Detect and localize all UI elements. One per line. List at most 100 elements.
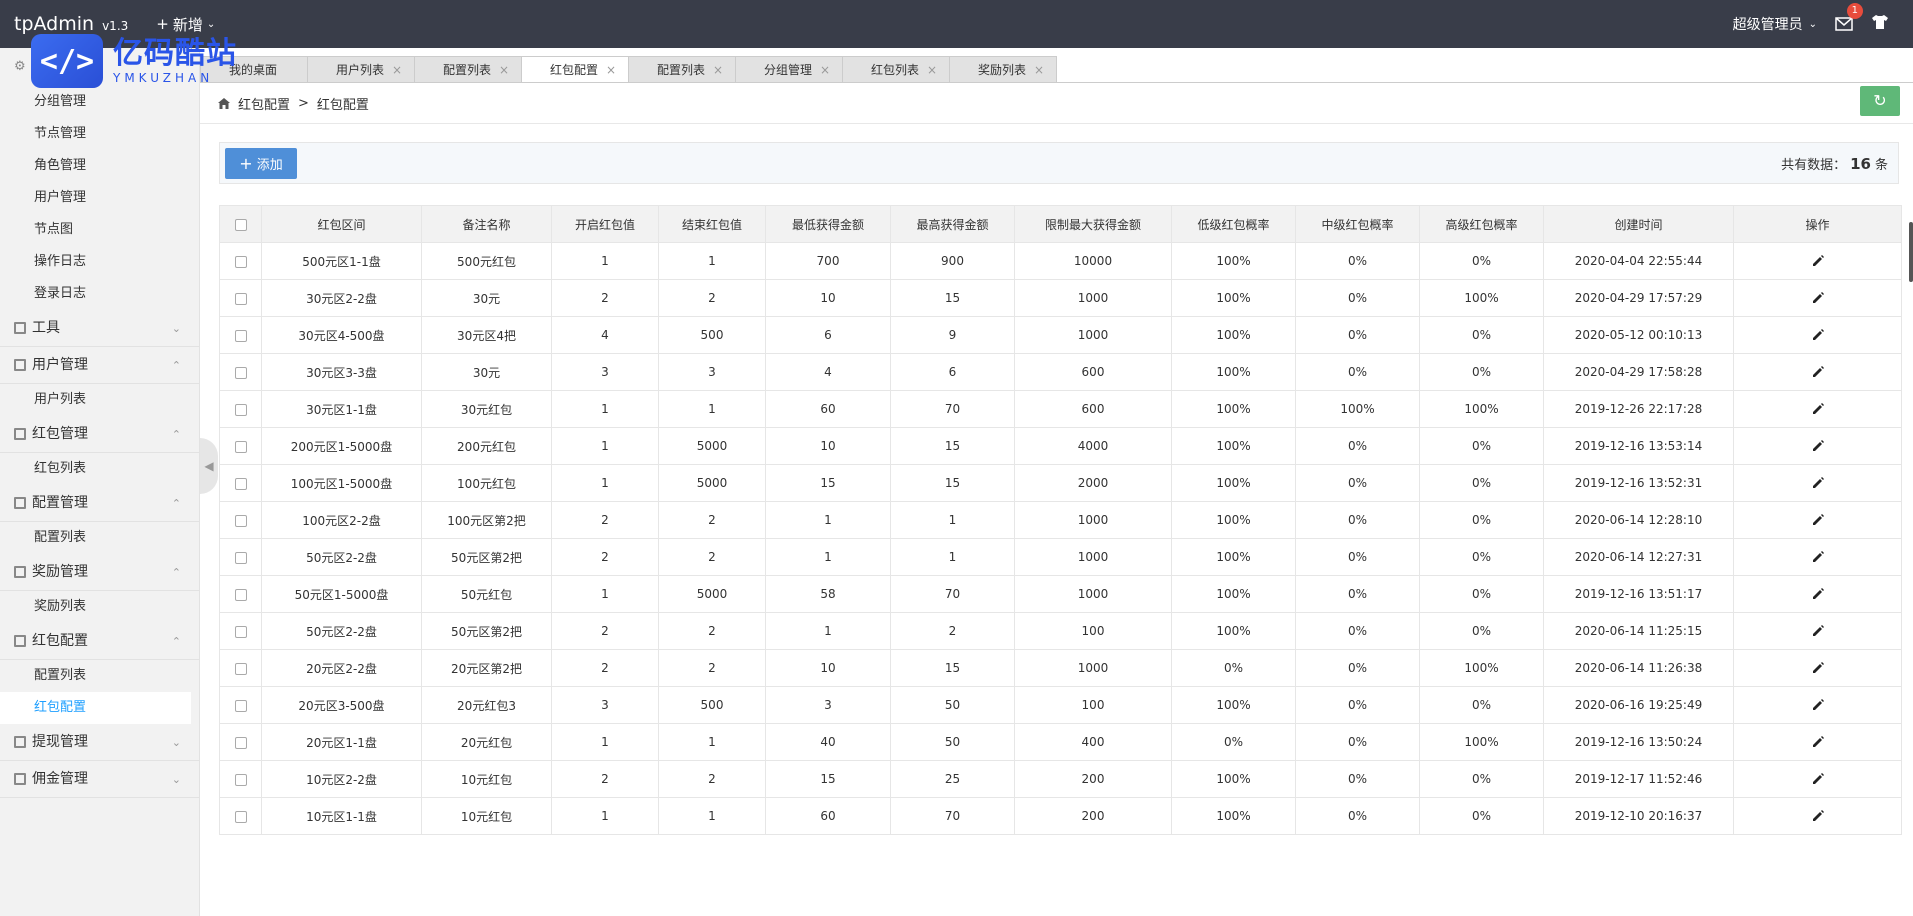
edit-icon[interactable] xyxy=(1811,661,1825,675)
sidebar-item[interactable]: 操作日志 xyxy=(0,246,199,278)
mail-button[interactable]: 1 xyxy=(1835,3,1863,31)
tab-item[interactable]: 红包列表 × xyxy=(842,56,950,82)
sidebar-item[interactable]: 用户管理 xyxy=(0,182,199,214)
row-checkbox[interactable] xyxy=(234,662,247,675)
row-checkbox[interactable] xyxy=(234,329,247,342)
edit-icon[interactable] xyxy=(1811,291,1825,305)
sidebar-item[interactable]: 登录日志 xyxy=(0,278,199,310)
row-checkbox[interactable] xyxy=(234,255,247,268)
edit-icon[interactable] xyxy=(1811,772,1825,786)
row-checkbox[interactable] xyxy=(234,366,247,379)
close-icon[interactable]: × xyxy=(499,57,509,83)
row-checkbox[interactable] xyxy=(234,440,247,453)
edit-icon[interactable] xyxy=(1811,735,1825,749)
theme-button[interactable] xyxy=(1871,14,1889,34)
redpacket-config-table: 红包区间 备注名称 开启红包值 结束红包值 最低获得金额 最高获得金额 限制最大获得金额 低级… xyxy=(219,205,1902,835)
tab-item[interactable]: 奖励列表 × xyxy=(949,56,1057,82)
close-icon[interactable]: × xyxy=(713,57,723,83)
sidebar-group[interactable]: 红包管理 ⌃ xyxy=(0,416,199,453)
table-cell: 4 xyxy=(765,353,891,391)
table-cell: 100% xyxy=(1171,797,1296,835)
table-cell: 0% xyxy=(1295,464,1420,502)
row-checkbox[interactable] xyxy=(234,625,247,638)
row-checkbox[interactable] xyxy=(234,477,247,490)
edit-icon[interactable] xyxy=(1811,328,1825,342)
sidebar-item[interactable]: 用户列表 xyxy=(0,384,199,416)
tab-item[interactable]: 配置列表 × xyxy=(628,56,736,82)
edit-icon[interactable] xyxy=(1811,550,1825,564)
table-cell: 2020-06-14 11:26:38 xyxy=(1543,649,1734,687)
sidebar-group-label: 提现管理 xyxy=(32,733,88,750)
sidebar-group[interactable]: 工具 ⌄ xyxy=(0,310,199,347)
sidebar-item[interactable]: 分组管理 xyxy=(0,86,199,118)
edit-icon[interactable] xyxy=(1811,698,1825,712)
sidebar-group[interactable]: 奖励管理 ⌃ xyxy=(0,554,199,591)
sidebar-collapse-handle[interactable]: ◀ xyxy=(200,438,218,494)
close-icon[interactable]: × xyxy=(820,57,830,83)
sidebar-item[interactable]: 角色管理 xyxy=(0,150,199,182)
table-cell: 1 xyxy=(658,723,766,761)
sidebar-item[interactable]: 节点管理 xyxy=(0,118,199,150)
table-cell: 200 xyxy=(1014,797,1172,835)
tab-item[interactable]: 用户列表 × xyxy=(307,56,415,82)
table-cell: 2 xyxy=(551,760,659,798)
table-cell: 1 xyxy=(551,797,659,835)
actions-cell xyxy=(1733,427,1902,465)
add-button[interactable]: + 添加 xyxy=(225,147,297,179)
refresh-button[interactable]: ↻ xyxy=(1860,86,1900,116)
select-all-checkbox[interactable] xyxy=(234,218,247,231)
menu-icon xyxy=(14,359,26,371)
sidebar-item[interactable]: 配置列表 xyxy=(0,522,199,554)
table-cell: 70 xyxy=(890,390,1015,428)
edit-icon[interactable] xyxy=(1811,439,1825,453)
edit-icon[interactable] xyxy=(1811,809,1825,823)
row-checkbox[interactable] xyxy=(234,588,247,601)
page-scrollbar[interactable] xyxy=(1909,222,1913,282)
sidebar-group[interactable]: 配置管理 ⌃ xyxy=(0,485,199,522)
chevron-down-icon: ⌄ xyxy=(171,735,181,749)
row-checkbox[interactable] xyxy=(234,514,247,527)
menu-icon xyxy=(14,566,26,578)
mail-badge: 1 xyxy=(1846,3,1863,19)
sidebar-item[interactable]: 红包列表 xyxy=(0,453,199,485)
edit-icon[interactable] xyxy=(1811,624,1825,638)
close-icon[interactable]: × xyxy=(927,57,937,83)
edit-icon[interactable] xyxy=(1811,365,1825,379)
admin-user-menu[interactable]: 超级管理员 ⌄ xyxy=(1733,14,1817,34)
tab-item[interactable]: 红包配置 × xyxy=(521,56,629,82)
edit-icon[interactable] xyxy=(1811,587,1825,601)
sidebar-group[interactable]: 佣金管理 ⌄ xyxy=(0,761,199,798)
sidebar-item[interactable]: 红包配置 xyxy=(0,692,191,724)
tab-item[interactable]: 分组管理 × xyxy=(735,56,843,82)
row-checkbox[interactable] xyxy=(234,736,247,749)
sidebar-item[interactable]: 节点图 xyxy=(0,214,199,246)
edit-icon[interactable] xyxy=(1811,513,1825,527)
tab-item[interactable]: 配置列表 × xyxy=(414,56,522,82)
row-checkbox[interactable] xyxy=(234,773,247,786)
table-cell: 1 xyxy=(551,723,659,761)
sidebar-group[interactable]: 红包配置 ⌃ xyxy=(0,623,199,660)
sidebar-item[interactable]: 奖励列表 xyxy=(0,591,199,623)
sidebar-group[interactable]: 提现管理 ⌄ xyxy=(0,724,199,761)
row-checkbox[interactable] xyxy=(234,810,247,823)
edit-icon[interactable] xyxy=(1811,254,1825,268)
close-icon[interactable]: × xyxy=(1034,57,1044,83)
row-checkbox[interactable] xyxy=(234,292,247,305)
sidebar-item[interactable]: 配置列表 xyxy=(0,660,199,692)
table-cell: 70 xyxy=(890,575,1015,613)
row-checkbox[interactable] xyxy=(234,699,247,712)
row-checkbox[interactable] xyxy=(234,403,247,416)
table-cell: 2020-06-14 12:28:10 xyxy=(1543,501,1734,539)
app-logo[interactable]: tpAdmin v1.3 xyxy=(0,13,128,35)
edit-icon[interactable] xyxy=(1811,402,1825,416)
edit-icon[interactable] xyxy=(1811,476,1825,490)
table-cell: 30元 xyxy=(421,279,552,317)
breadcrumb-parent[interactable]: 红包配置 xyxy=(238,94,290,113)
add-new-menu[interactable]: + 新增 ⌄ xyxy=(156,14,215,35)
row-select-cell xyxy=(219,279,262,317)
table-cell: 10 xyxy=(765,279,891,317)
close-icon[interactable]: × xyxy=(392,57,402,83)
row-checkbox[interactable] xyxy=(234,551,247,564)
sidebar-group[interactable]: 用户管理 ⌃ xyxy=(0,347,199,384)
close-icon[interactable]: × xyxy=(606,57,616,83)
